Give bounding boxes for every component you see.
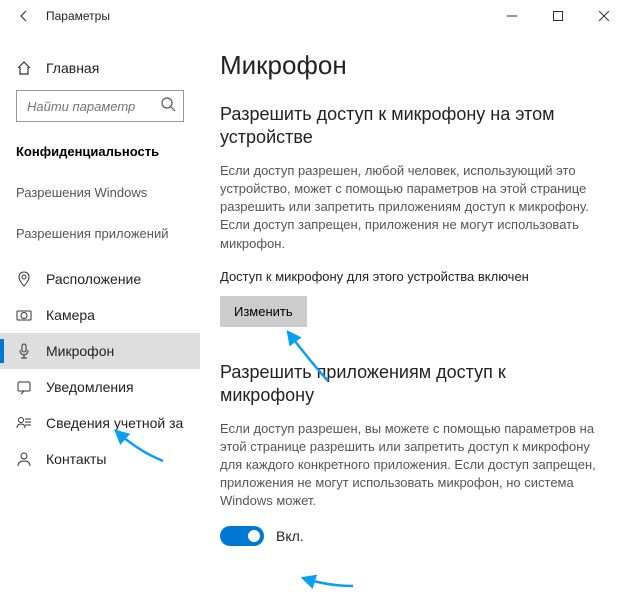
sidebar-item-label: Уведомления <box>46 379 134 395</box>
section2-body: Если доступ разрешен, вы можете с помощь… <box>220 420 603 511</box>
section1-heading: Разрешить доступ к микрофону на этом уст… <box>220 103 603 150</box>
sidebar-section-label: Конфиденциальность <box>0 140 200 179</box>
page-title: Микрофон <box>220 50 603 81</box>
sidebar-category-apps: Разрешения приложений <box>0 220 200 261</box>
back-button[interactable] <box>8 0 40 32</box>
search-icon <box>160 96 176 117</box>
sidebar-item-microphone[interactable]: Микрофон <box>0 333 200 369</box>
sidebar-item-label: Микрофон <box>46 343 114 359</box>
search-input[interactable] <box>16 90 184 122</box>
sidebar-item-label: Контакты <box>46 451 106 467</box>
sidebar-item-label: Камера <box>46 307 95 323</box>
apps-access-toggle[interactable] <box>220 526 264 546</box>
sidebar-item-label: Сведения учетной записи <box>46 415 184 431</box>
change-button[interactable]: Изменить <box>220 296 307 327</box>
close-button[interactable] <box>581 0 627 32</box>
sidebar-item-notifications[interactable]: Уведомления <box>0 369 200 405</box>
window-controls <box>489 0 627 32</box>
location-icon <box>16 271 32 287</box>
window-title: Параметры <box>46 9 110 23</box>
toggle-label: Вкл. <box>276 528 304 544</box>
device-status: Доступ к микрофону для этого устройства … <box>220 269 603 284</box>
content: Микрофон Разрешить доступ к микрофону на… <box>200 32 627 600</box>
sidebar: Главная Конфиденциальность Разрешения Wi… <box>0 32 200 600</box>
sidebar-item-account[interactable]: Сведения учетной записи <box>0 405 200 441</box>
section1-body: Если доступ разрешен, любой человек, исп… <box>220 162 603 253</box>
toggle-row: Вкл. <box>220 526 603 546</box>
sidebar-item-camera[interactable]: Камера <box>0 297 200 333</box>
section2-heading: Разрешить приложениям доступ к микрофону <box>220 361 603 408</box>
sidebar-item-label: Расположение <box>46 271 141 287</box>
camera-icon <box>16 307 32 323</box>
titlebar: Параметры <box>0 0 627 32</box>
contacts-icon <box>16 451 32 467</box>
sidebar-home-label: Главная <box>46 60 99 76</box>
sidebar-item-location[interactable]: Расположение <box>0 261 200 297</box>
sidebar-home[interactable]: Главная <box>0 54 200 90</box>
minimize-button[interactable] <box>489 0 535 32</box>
microphone-icon <box>16 343 32 359</box>
notification-icon <box>16 379 32 395</box>
home-icon <box>16 60 32 76</box>
maximize-button[interactable] <box>535 0 581 32</box>
search-wrap <box>16 90 184 122</box>
sidebar-item-contacts[interactable]: Контакты <box>0 441 200 477</box>
account-icon <box>16 415 32 431</box>
sidebar-category-windows: Разрешения Windows <box>0 179 200 220</box>
